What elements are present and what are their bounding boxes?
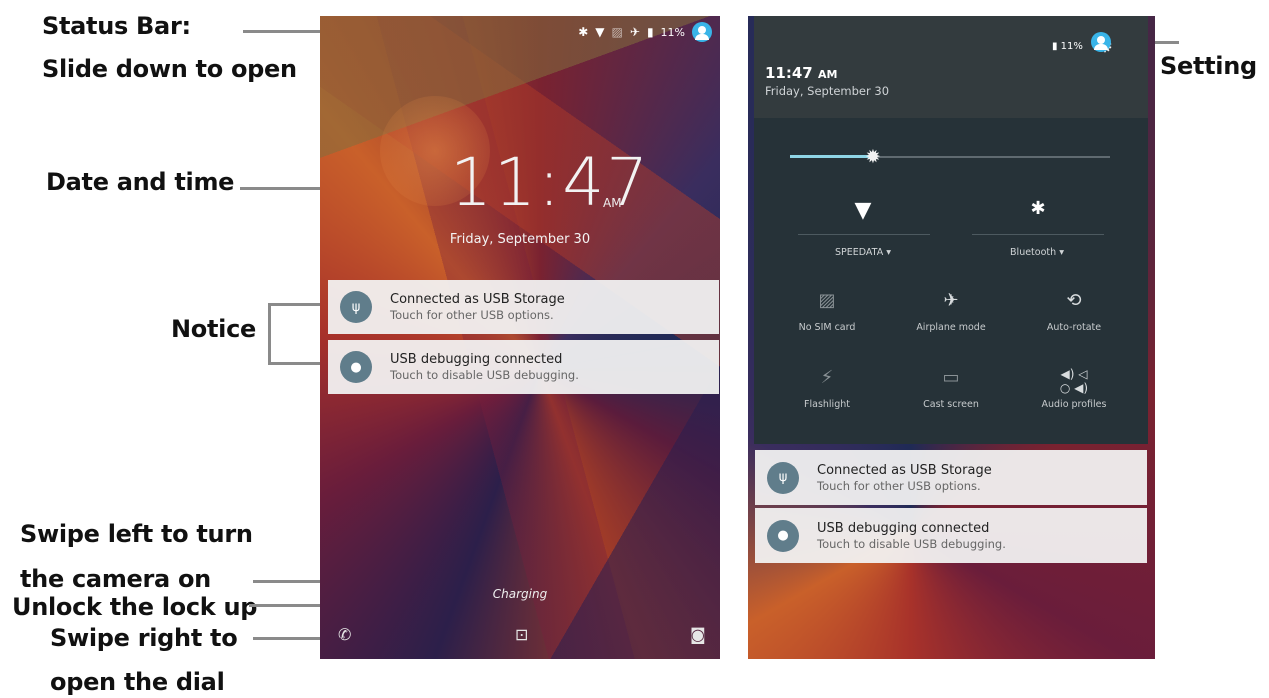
notification-subtitle: Touch to disable USB debugging. bbox=[390, 368, 579, 382]
tile-airplane[interactable]: ✈ Airplane mode bbox=[891, 290, 1011, 333]
airplane-icon: ✈ bbox=[943, 290, 959, 311]
bluetooth-icon: ✱ bbox=[578, 25, 589, 39]
wifi-icon: ▼ bbox=[595, 25, 605, 39]
charging-status: Charging bbox=[492, 587, 548, 601]
status-bar[interactable]: ✱ ▼ ▨ ✈ ▮ 11% bbox=[578, 22, 712, 42]
lock-date: Friday, September 30 bbox=[449, 232, 591, 247]
notification-title: USB debugging connected bbox=[390, 352, 563, 367]
wifi-network-name: SPEEDATA bbox=[834, 247, 884, 258]
tile-no-sim[interactable]: ▨ No SIM card bbox=[767, 290, 887, 333]
annotation-date-time: Date and time bbox=[46, 168, 235, 196]
battery-icon: ▮ 11% bbox=[1051, 41, 1083, 52]
pointer-bracket-notice-vertical bbox=[268, 303, 271, 365]
annotation-swipe-right-2: open the dial bbox=[50, 668, 225, 696]
shade-date: Friday, September 30 bbox=[765, 84, 890, 98]
bluetooth-label[interactable]: Bluetooth ▾ bbox=[972, 247, 1102, 258]
notification-title: USB debugging connected bbox=[817, 520, 990, 536]
flashlight-icon: ⚡ bbox=[820, 367, 834, 388]
bluetooth-icon: ✱ bbox=[1030, 198, 1046, 219]
notification-usb-storage[interactable]: ψ Connected as USB Storage Touch for oth… bbox=[328, 280, 719, 334]
notification-shade[interactable]: ▮ 11% ⚙ 11:47 AM Friday, September 30 ✹ … bbox=[748, 16, 1155, 659]
battery-percent: 11% bbox=[660, 25, 685, 39]
notification-usb-storage[interactable]: ψ Connected as USB Storage Touch for oth… bbox=[755, 450, 1147, 505]
auto-rotate-icon: ⟲ bbox=[1066, 290, 1082, 311]
notification-subtitle: Touch to disable USB debugging. bbox=[817, 536, 1006, 551]
battery-icon: ▮ bbox=[646, 25, 654, 39]
notification-usb-debugging[interactable]: ● USB debugging connected Touch to disab… bbox=[328, 340, 719, 394]
annotation-swipe-right-1: Swipe right to bbox=[50, 624, 238, 652]
notification-subtitle: Touch for other USB options. bbox=[817, 478, 981, 493]
notification-usb-debugging[interactable]: ● USB debugging connected Touch to disab… bbox=[755, 508, 1147, 563]
annotation-swipe-left-1: Swipe left to turn bbox=[20, 520, 253, 548]
pointer-bracket-notice-top bbox=[268, 303, 324, 306]
notification-title: Connected as USB Storage bbox=[817, 462, 992, 478]
tile-auto-rotate[interactable]: ⟲ Auto-rotate bbox=[1014, 290, 1134, 333]
tile-label: Auto-rotate bbox=[1046, 322, 1102, 333]
tile-flashlight[interactable]: ⚡ Flashlight bbox=[767, 367, 887, 410]
bug-icon: ● bbox=[340, 351, 372, 383]
chevron-down-icon: ▾ bbox=[886, 247, 892, 258]
shade-time-ampm: AM bbox=[817, 68, 838, 81]
tile-label: Flashlight bbox=[804, 399, 850, 410]
battery-percent: 11% bbox=[1060, 41, 1083, 52]
brightness-slider-fill bbox=[790, 155, 876, 158]
wifi-icon: ▼ bbox=[854, 198, 872, 223]
no-sim-icon: ▨ bbox=[818, 290, 836, 311]
pointer-line-dial bbox=[253, 637, 328, 640]
annotation-slide-down: Slide down to open bbox=[42, 55, 297, 83]
user-avatar-icon[interactable] bbox=[1091, 32, 1111, 52]
usb-icon: ψ bbox=[767, 461, 799, 494]
notification-subtitle: Touch for other USB options. bbox=[390, 308, 554, 322]
phone-dial-icon[interactable]: ✆ bbox=[338, 625, 351, 644]
no-sim-icon: ▨ bbox=[611, 25, 623, 39]
bluetooth-divider bbox=[972, 234, 1104, 235]
wifi-divider bbox=[798, 234, 930, 235]
usb-icon: ψ bbox=[340, 291, 372, 323]
tile-label: Cast screen bbox=[923, 399, 979, 410]
annotation-swipe-left-2: the camera on bbox=[20, 565, 211, 593]
lock-icon[interactable]: ⊡ bbox=[515, 625, 528, 644]
bluetooth-name: Bluetooth bbox=[1010, 247, 1057, 258]
user-avatar-icon[interactable] bbox=[692, 22, 712, 42]
annotation-setting: Setting bbox=[1160, 52, 1257, 80]
bug-icon: ● bbox=[767, 519, 799, 552]
annotation-unlock: Unlock the lock up bbox=[12, 593, 258, 621]
chevron-down-icon: ▾ bbox=[1059, 247, 1064, 258]
airplane-icon: ✈ bbox=[629, 25, 640, 39]
camera-icon[interactable]: ◙ bbox=[690, 625, 706, 644]
lock-clock-ampm: AM bbox=[603, 196, 622, 210]
tile-label: No SIM card bbox=[798, 322, 856, 333]
shade-time: 11:47 AM bbox=[765, 64, 837, 82]
annotation-status-bar: Status Bar: bbox=[42, 12, 191, 40]
wifi-label[interactable]: SPEEDATA ▾ bbox=[798, 247, 928, 258]
lock-screen[interactable]: ✱ ▼ ▨ ✈ ▮ 11% 11:47 AM Friday, September… bbox=[320, 16, 720, 659]
audio-profiles-icon: ◀) ◁ ○ ◀) bbox=[1059, 367, 1089, 395]
wifi-tile[interactable]: ▼ bbox=[848, 198, 878, 223]
tile-cast-screen[interactable]: ▭ Cast screen bbox=[891, 367, 1011, 410]
notification-title: Connected as USB Storage bbox=[390, 292, 565, 307]
brightness-sun-icon[interactable]: ✹ bbox=[865, 146, 881, 168]
shade-time-value: 11:47 bbox=[765, 64, 813, 82]
tile-label: Airplane mode bbox=[916, 322, 986, 333]
tile-audio-profiles[interactable]: ◀) ◁ ○ ◀) Audio profiles bbox=[1014, 367, 1134, 410]
cast-icon: ▭ bbox=[942, 367, 960, 388]
annotation-notice: Notice bbox=[171, 315, 256, 343]
bluetooth-tile[interactable]: ✱ bbox=[1023, 198, 1053, 219]
pointer-bracket-notice-bottom bbox=[268, 362, 324, 365]
tile-label: Audio profiles bbox=[1041, 399, 1107, 410]
